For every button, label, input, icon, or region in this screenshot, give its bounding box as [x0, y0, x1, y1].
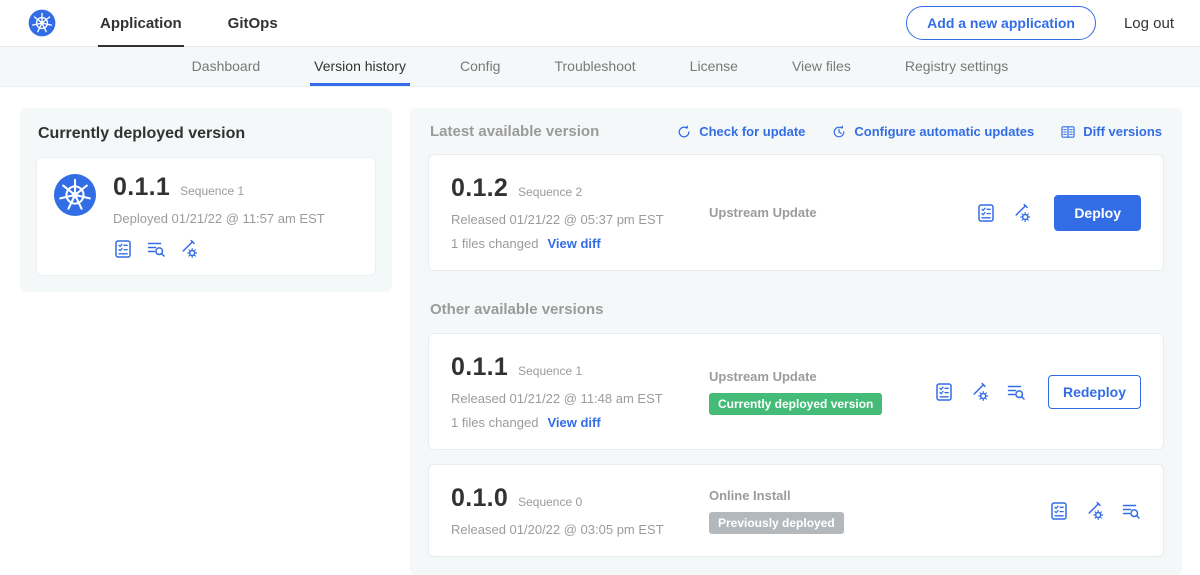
check-for-update-link[interactable]: Check for update: [676, 124, 805, 140]
previously-deployed-badge: Previously deployed: [709, 512, 844, 534]
tab-application[interactable]: Application: [94, 0, 188, 47]
sequence-label: Sequence 1: [518, 364, 582, 378]
card-gap: [428, 450, 1164, 464]
edit-config-icon[interactable]: [1085, 501, 1105, 521]
deployed-timestamp: Deployed 01/21/22 @ 11:57 am EST: [113, 211, 325, 226]
files-changed-label: 1 files changed: [451, 236, 538, 251]
currently-deployed-panel: Currently deployed version 0.1.1 Sequenc…: [20, 108, 392, 292]
version-source-label: Upstream Update: [709, 369, 924, 384]
configure-automatic-updates-label: Configure automatic updates: [854, 124, 1034, 139]
redeploy-button[interactable]: Redeploy: [1048, 375, 1141, 409]
main-content: Currently deployed version 0.1.1 Sequenc…: [0, 87, 1200, 575]
view-files-diff-icon[interactable]: [1006, 382, 1026, 402]
sequence-label: Sequence 0: [518, 495, 582, 509]
kubernetes-logo-icon: [28, 9, 56, 37]
version-number: 0.1.0: [451, 484, 508, 513]
available-versions-panel: Latest available version Check for updat…: [410, 108, 1182, 575]
subnav-item-view-files[interactable]: View files: [765, 47, 878, 86]
release-notes-icon[interactable]: [976, 203, 996, 223]
view-files-diff-icon[interactable]: [146, 239, 166, 259]
other-available-versions-title: Other available versions: [430, 301, 1162, 318]
deployed-version-number: 0.1.1: [113, 173, 170, 202]
diff-versions-link[interactable]: Diff versions: [1060, 124, 1162, 140]
subnav-item-dashboard[interactable]: Dashboard: [165, 47, 288, 86]
release-notes-icon[interactable]: [113, 239, 133, 259]
version-card-latest: 0.1.2 Sequence 2 Released 01/21/22 @ 05:…: [428, 154, 1164, 271]
latest-available-title: Latest available version: [430, 123, 599, 140]
subnav-item-config[interactable]: Config: [433, 47, 527, 86]
auto-update-icon: [831, 124, 847, 140]
view-files-diff-icon[interactable]: [1121, 501, 1141, 521]
edit-config-icon[interactable]: [179, 239, 199, 259]
refresh-icon: [676, 124, 692, 140]
configure-automatic-updates-link[interactable]: Configure automatic updates: [831, 124, 1034, 140]
version-source-label: Online Install: [709, 488, 1039, 503]
app-subnav: Dashboard Version history Config Trouble…: [0, 47, 1200, 87]
released-timestamp: Released 01/21/22 @ 05:37 pm EST: [451, 212, 709, 227]
deployed-card-body: 0.1.1 Sequence 1 Deployed 01/21/22 @ 11:…: [113, 173, 325, 259]
subnav-item-troubleshoot[interactable]: Troubleshoot: [527, 47, 662, 86]
subnav-item-registry-settings[interactable]: Registry settings: [878, 47, 1035, 86]
deployed-sequence-label: Sequence 1: [180, 184, 244, 198]
subnav-item-version-history[interactable]: Version history: [287, 47, 433, 86]
released-timestamp: Released 01/21/22 @ 11:48 am EST: [451, 391, 709, 406]
diff-columns-icon: [1060, 124, 1076, 140]
sequence-label: Sequence 2: [518, 185, 582, 199]
version-card-0-1-0: 0.1.0 Sequence 0 Released 01/20/22 @ 03:…: [428, 464, 1164, 557]
diff-versions-label: Diff versions: [1083, 124, 1162, 139]
subnav-item-license[interactable]: License: [663, 47, 765, 86]
view-diff-link[interactable]: View diff: [547, 415, 600, 430]
add-application-button[interactable]: Add a new application: [906, 6, 1096, 40]
edit-config-icon[interactable]: [970, 382, 990, 402]
check-for-update-label: Check for update: [699, 124, 805, 139]
release-notes-icon[interactable]: [1049, 501, 1069, 521]
currently-deployed-badge: Currently deployed version: [709, 393, 882, 415]
logout-link[interactable]: Log out: [1124, 15, 1174, 32]
currently-deployed-title: Currently deployed version: [38, 125, 374, 143]
edit-config-icon[interactable]: [1012, 203, 1032, 223]
version-number: 0.1.1: [451, 353, 508, 382]
top-navbar: Application GitOps Add a new application…: [0, 0, 1200, 47]
view-diff-link[interactable]: View diff: [547, 236, 600, 251]
tab-gitops[interactable]: GitOps: [222, 0, 284, 47]
released-timestamp: Released 01/20/22 @ 03:05 pm EST: [451, 522, 709, 537]
version-card-0-1-1: 0.1.1 Sequence 1 Released 01/21/22 @ 11:…: [428, 333, 1164, 450]
version-source-label: Upstream Update: [709, 205, 966, 220]
deploy-button[interactable]: Deploy: [1054, 195, 1141, 231]
deployed-version-card: 0.1.1 Sequence 1 Deployed 01/21/22 @ 11:…: [36, 157, 376, 276]
version-number: 0.1.2: [451, 174, 508, 203]
release-notes-icon[interactable]: [934, 382, 954, 402]
app-kubernetes-logo-icon: [53, 173, 97, 217]
files-changed-label: 1 files changed: [451, 415, 538, 430]
